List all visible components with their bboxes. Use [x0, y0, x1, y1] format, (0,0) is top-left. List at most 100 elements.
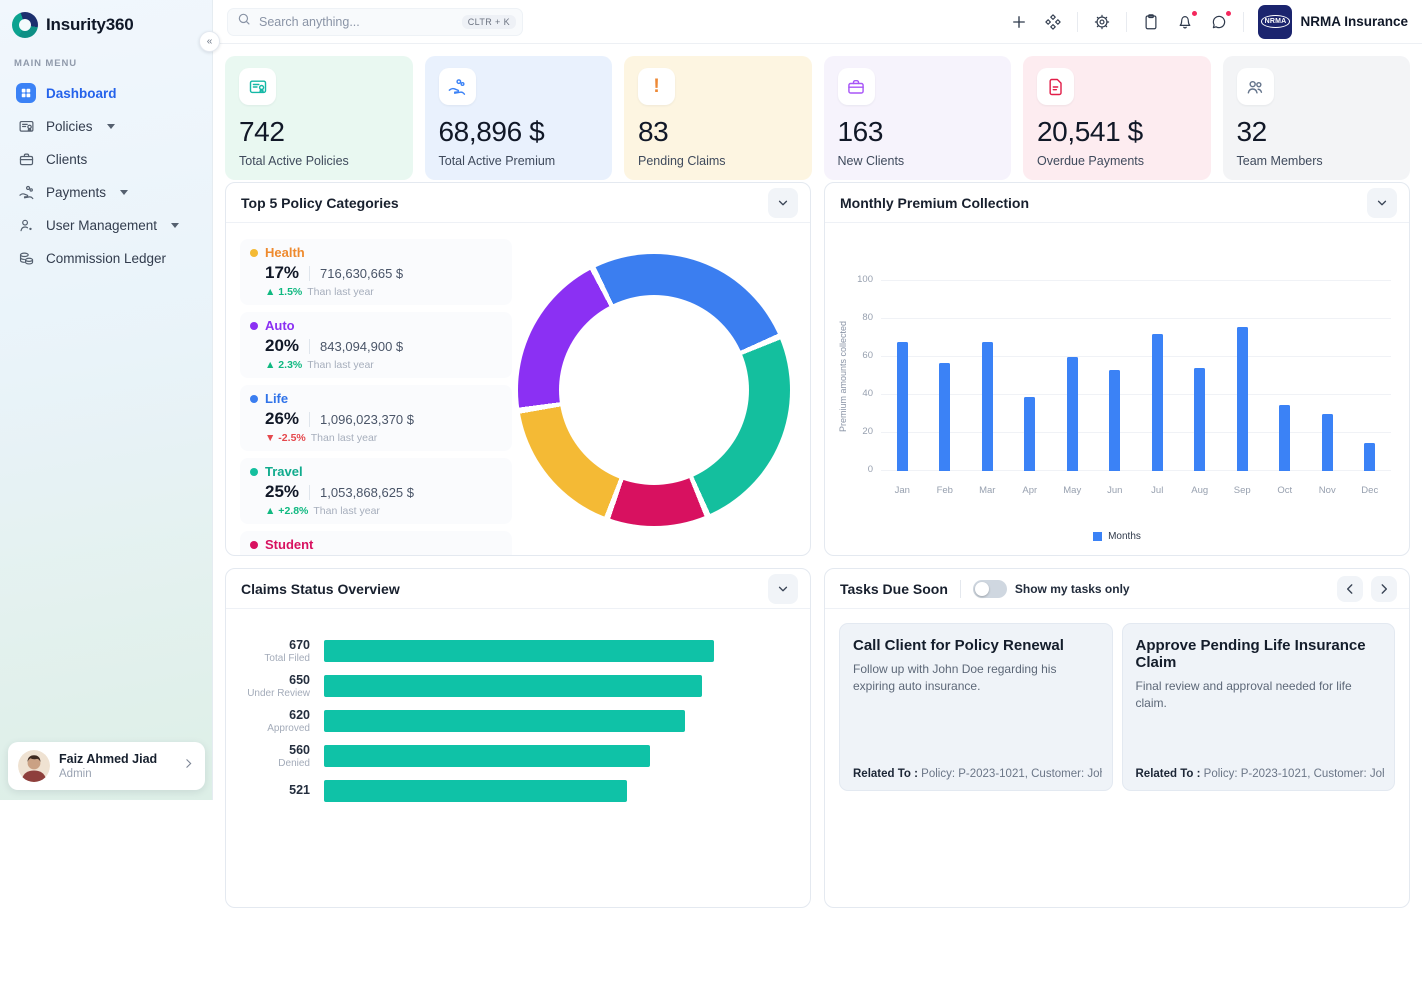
chart-legend: Months [825, 531, 1409, 542]
hand-coin-icon [16, 182, 36, 202]
gridline [881, 356, 1391, 357]
gear-icon[interactable] [1092, 12, 1112, 32]
search-input[interactable] [259, 15, 454, 29]
claims-row: 560 Denied [226, 738, 790, 773]
plot-area: 020406080100JanFebMarAprMayJunJulAugSepO… [881, 281, 1391, 471]
x-tick-label: Jun [1107, 485, 1122, 496]
bar-apr [1024, 397, 1035, 471]
category-name: Auto [265, 318, 295, 333]
caret-down-icon [107, 124, 115, 129]
ledger-icon [16, 248, 36, 268]
user-name: Faiz Ahmed Jiad [59, 752, 157, 766]
toggle-knob [975, 582, 989, 596]
bar-jul [1152, 334, 1163, 471]
sidebar-item-policies[interactable]: Policies [8, 111, 204, 141]
organization-name: NRMA Insurance [1300, 14, 1408, 29]
x-tick-label: Sep [1234, 485, 1251, 496]
category-percent: 26% [265, 409, 299, 429]
category-amount: 1,053,868,625 $ [320, 485, 414, 500]
legend-dot [250, 249, 258, 257]
main-content: 742 Total Active Policies 68,896 $ Total… [213, 44, 1422, 1000]
x-tick-label: May [1063, 485, 1081, 496]
chevron-down-icon[interactable] [768, 574, 798, 604]
stat-label: Overdue Payments [1037, 154, 1197, 168]
claims-value: 650 [226, 673, 310, 687]
stat-card-total-active-policies[interactable]: 742 Total Active Policies [225, 56, 413, 180]
widgets-icon[interactable] [1043, 12, 1063, 32]
legend-swatch [1093, 532, 1102, 541]
bar-dec [1364, 443, 1375, 472]
x-tick-label: Jul [1151, 485, 1163, 496]
stats-row: 742 Total Active Policies 68,896 $ Total… [225, 56, 1410, 170]
related-to-value: Policy: P-2023-1021, Customer: John Doe [921, 768, 1101, 780]
task-card[interactable]: Approve Pending Life Insurance Claim Fin… [1122, 623, 1396, 791]
bar-aug [1194, 368, 1205, 471]
gridline [881, 470, 1391, 471]
sidebar-item-payments[interactable]: Payments [8, 177, 204, 207]
legend-label: Months [1108, 531, 1141, 542]
claims-bar [324, 675, 702, 697]
task-card[interactable]: Call Client for Policy Renewal Follow up… [839, 623, 1113, 791]
dashboard-icon [16, 83, 36, 103]
briefcase-icon [838, 68, 875, 105]
user-profile-card[interactable]: Faiz Ahmed Jiad Admin [8, 742, 205, 790]
x-tick-label: Feb [937, 485, 953, 496]
stat-card-pending-claims[interactable]: ! 83 Pending Claims [624, 56, 812, 180]
panel-title: Top 5 Policy Categories [241, 195, 399, 211]
task-cards: Call Client for Policy Renewal Follow up… [825, 609, 1409, 805]
plus-icon[interactable] [1009, 12, 1029, 32]
search-shortcut-badge: CLTR + K [462, 15, 516, 29]
stat-value: 68,896 $ [439, 116, 599, 148]
organization-switcher[interactable]: NRMA NRMA Insurance [1258, 5, 1408, 39]
divider [1077, 12, 1078, 32]
legend-item-auto[interactable]: Auto 20%843,094,900 $ ▲ 2.3%Than last ye… [240, 312, 512, 378]
legend-item-travel[interactable]: Travel 25%1,053,868,625 $ ▲ +2.8%Than la… [240, 458, 512, 524]
legend-item-student[interactable]: Student 12%505,856,940 $ ▲ 3.4%Than last… [240, 531, 512, 556]
chat-icon[interactable] [1209, 12, 1229, 32]
stat-card-total-active-premium[interactable]: 68,896 $ Total Active Premium [425, 56, 613, 180]
chevron-right-icon [182, 757, 195, 775]
stat-card-new-clients[interactable]: 163 New Clients [824, 56, 1012, 180]
y-tick-label: 40 [862, 388, 873, 399]
stat-card-team-members[interactable]: 32 Team Members [1223, 56, 1411, 180]
claims-category: Approved [226, 723, 310, 734]
clipboard-icon[interactable] [1141, 12, 1161, 32]
show-my-tasks-toggle[interactable] [973, 580, 1007, 598]
chevron-down-icon[interactable] [768, 188, 798, 218]
change-value: ▲ 1.5% [265, 286, 302, 298]
stat-card-overdue-payments[interactable]: 20,541 $ Overdue Payments [1023, 56, 1211, 180]
change-value: ▲ +2.8% [265, 505, 308, 517]
carousel-prev-button[interactable] [1337, 576, 1363, 602]
chevron-down-icon[interactable] [1367, 188, 1397, 218]
bar-feb [939, 363, 950, 471]
task-title: Call Client for Policy Renewal [853, 637, 1099, 654]
bar-sep [1237, 327, 1248, 471]
legend-dot [250, 541, 258, 549]
user-role: Admin [59, 768, 157, 780]
global-search: CLTR + K [227, 8, 523, 36]
app-logo-icon [12, 12, 38, 38]
change-value: ▲ 2.3% [265, 359, 302, 371]
category-name: Student [265, 537, 313, 552]
sidebar-collapse-button[interactable]: « [199, 31, 220, 52]
sidebar-item-user-management[interactable]: User Management [8, 210, 204, 240]
carousel-next-button[interactable] [1371, 576, 1397, 602]
panel-monthly-premium: Monthly Premium Collection Premium amoun… [824, 182, 1410, 556]
divider [960, 580, 961, 598]
divider [1126, 12, 1127, 32]
sidebar-item-commission-ledger[interactable]: Commission Ledger [8, 243, 204, 273]
claims-row: 650 Under Review [226, 668, 790, 703]
divider [309, 266, 310, 281]
search-icon [237, 12, 251, 31]
main-menu-label: MAIN MENU [0, 48, 212, 75]
bell-icon[interactable] [1175, 12, 1195, 32]
gridline [881, 318, 1391, 319]
sidebar-item-dashboard[interactable]: Dashboard [8, 78, 204, 108]
sidebar-item-clients[interactable]: Clients [8, 144, 204, 174]
legend-item-health[interactable]: Health 17%716,630,665 $ ▲ 1.5%Than last … [240, 239, 512, 305]
divider [309, 412, 310, 427]
x-tick-label: Aug [1191, 485, 1208, 496]
legend-item-life[interactable]: Life 26%1,096,023,370 $ ▼ -2.5%Than last… [240, 385, 512, 451]
monthly-premium-bar-chart: Premium amounts collected 020406080100Ja… [825, 223, 1409, 556]
claims-bar [324, 745, 650, 767]
